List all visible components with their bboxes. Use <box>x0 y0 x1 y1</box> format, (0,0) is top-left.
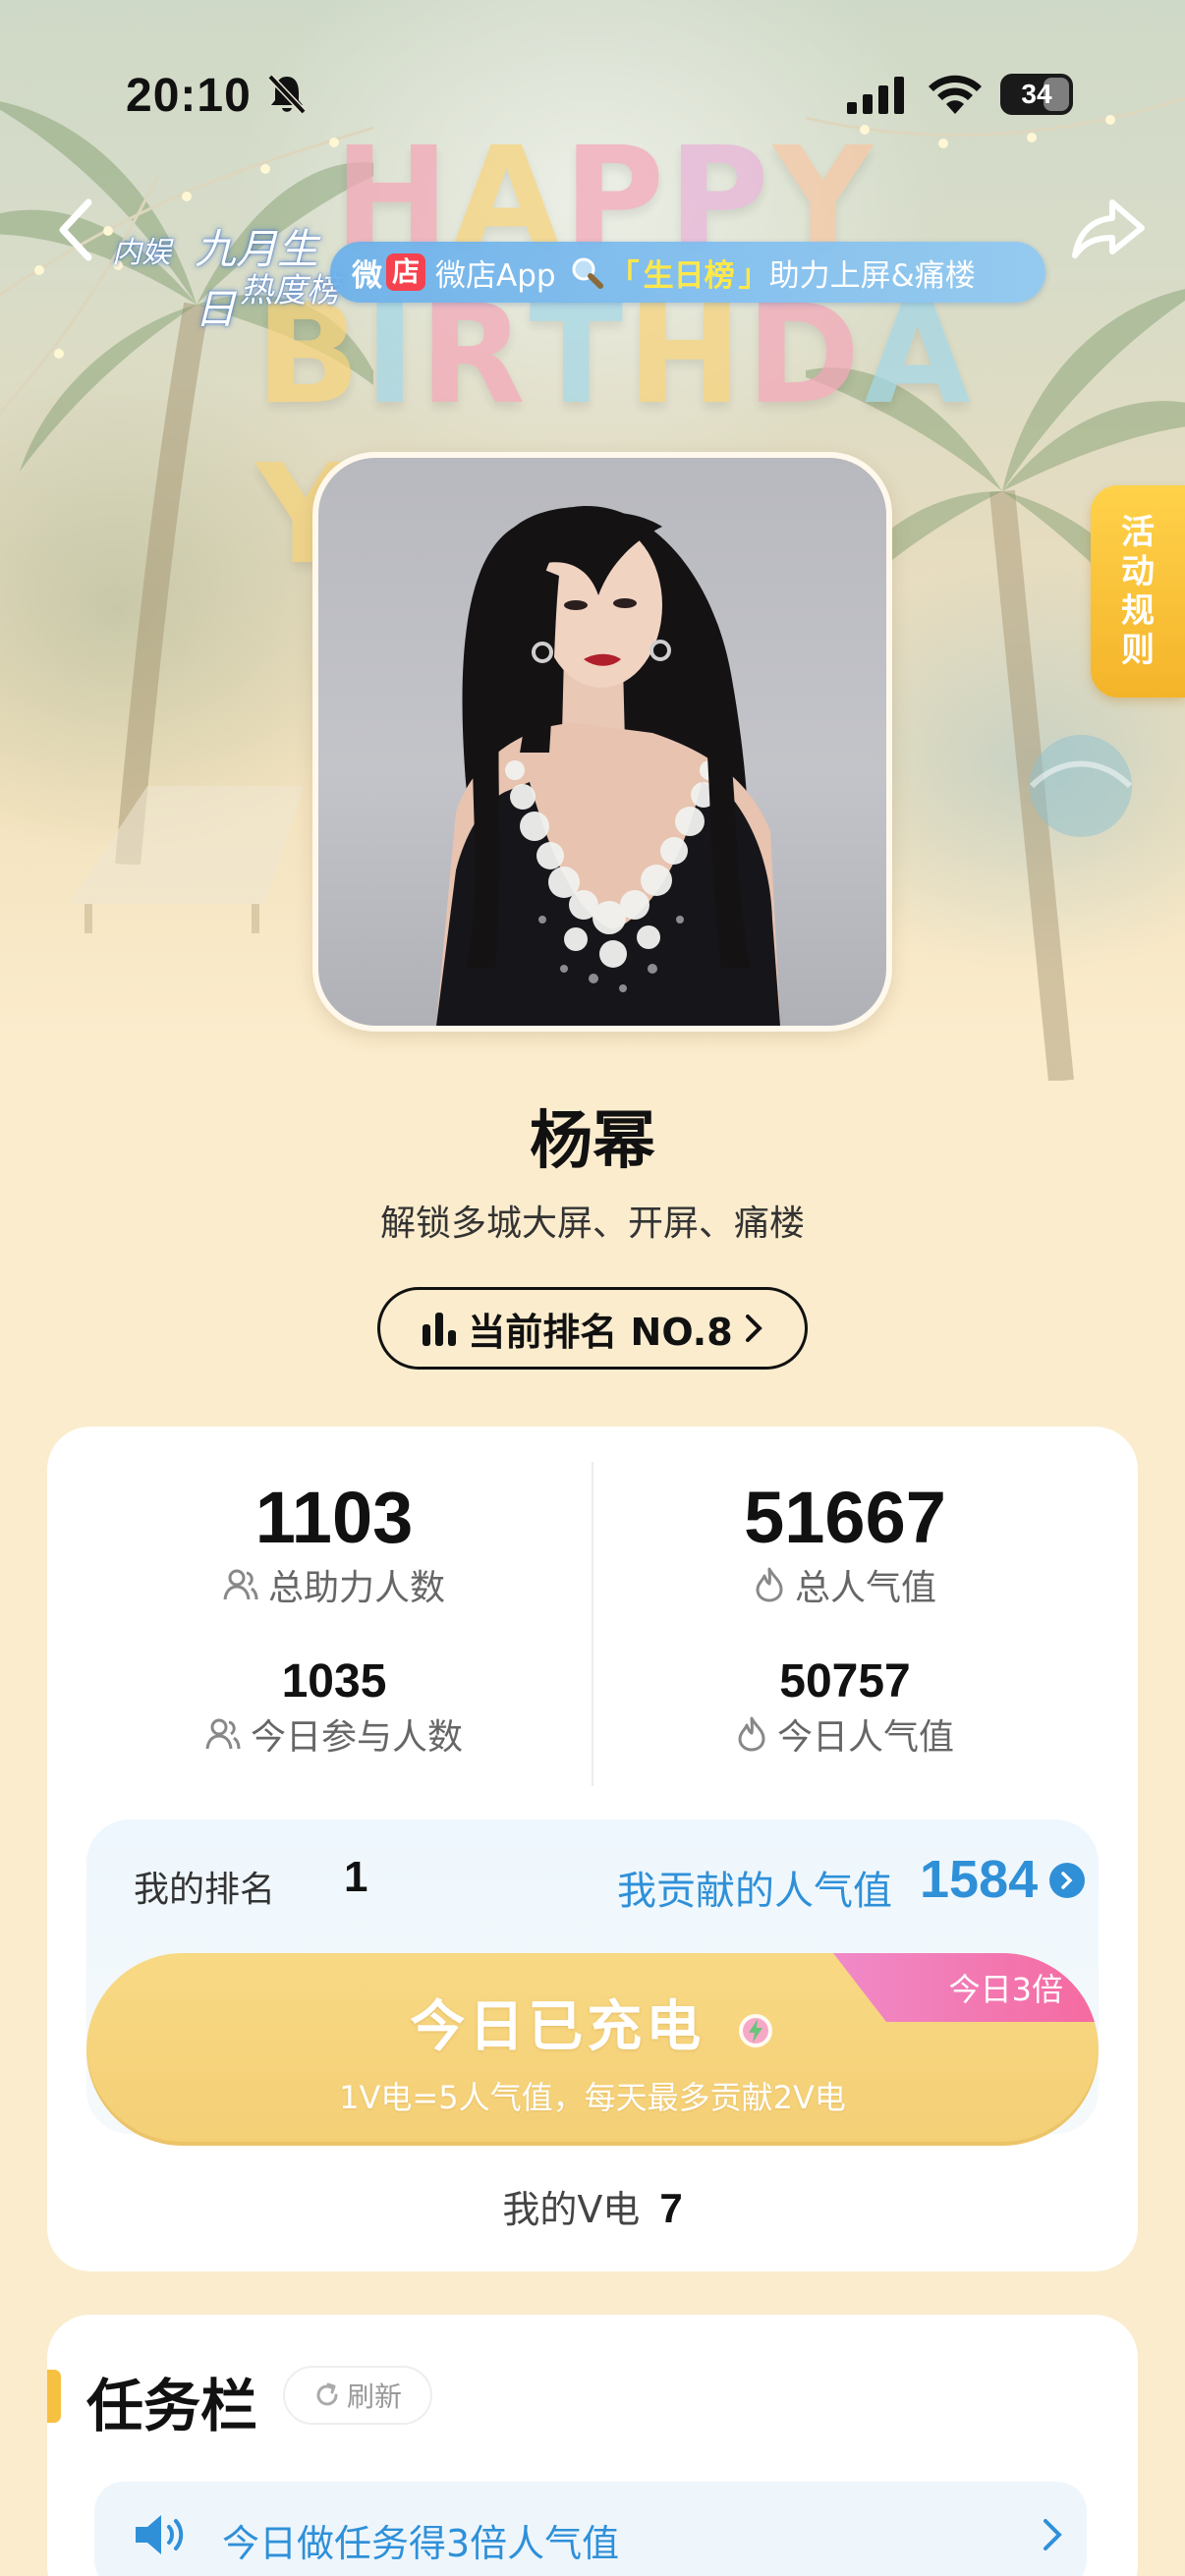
unlock-description: 解锁多城大屏、开屏、痛楼 <box>379 1204 805 1244</box>
bar-chart-icon <box>423 1313 457 1346</box>
promo-banner[interactable]: 微 店 微店App 「 生日榜 」 助力上屏&痛楼 <box>330 242 1045 303</box>
my-v-power-label: 我的V电 <box>502 2188 641 2231</box>
portrait-illustration <box>436 506 780 1026</box>
search-icon <box>572 257 603 289</box>
refresh-icon <box>316 2382 338 2406</box>
refresh-label: 刷新 <box>346 2380 402 2413</box>
today-participants-value: 1035 <box>281 1655 387 1708</box>
today-participants-label: 今日参与人数 <box>250 1717 463 1758</box>
activity-rules-label: 活动规则 <box>1121 513 1155 670</box>
total-popularity-label: 总人气值 <box>794 1568 936 1608</box>
wifi-icon <box>929 75 982 114</box>
task-card: 任务栏 刷新 今日做任务得3倍人气值 <box>47 2315 1138 2576</box>
cellular-signal-icon <box>847 77 904 114</box>
bell-muted-icon <box>267 74 307 115</box>
beach-ball-decoration <box>1029 735 1133 837</box>
chevron-right-icon <box>745 1315 762 1342</box>
celebrity-portrait <box>318 458 886 1026</box>
task-bonus-text: 今日做任务得3倍人气值 <box>222 2522 620 2565</box>
total-popularity-value: 51667 <box>744 1477 946 1558</box>
stat-today-participants: 1035 今日参与人数 <box>88 1654 580 1760</box>
task-title: 任务栏 <box>86 2373 258 2439</box>
birthday-rank-text: 生日榜 <box>643 257 735 294</box>
flame-icon <box>756 1567 783 1602</box>
current-rank-label: 当前排名 NO.8 <box>468 1310 733 1354</box>
activity-rules-tab[interactable]: 活动规则 <box>1091 485 1185 698</box>
chevron-right-icon <box>1044 2519 1062 2550</box>
task-bonus-banner[interactable]: 今日做任务得3倍人气值 <box>94 2482 1087 2576</box>
my-rank-label: 我的排名 <box>134 1870 276 1910</box>
promo-suffix: 助力上屏&痛楼 <box>768 257 976 294</box>
celebrity-name: 杨幂 <box>530 1105 655 1178</box>
my-rank-value: 1 <box>344 1853 368 1901</box>
stat-today-popularity: 50757 今日人气值 <box>599 1654 1091 1760</box>
charge-button[interactable]: 今日3倍 今日已充电 1V电=5人气值，每天最多贡献2V电 <box>86 1953 1099 2146</box>
stat-total-supporters: 1103 总助力人数 <box>88 1476 580 1610</box>
stats-card: 1103 总助力人数 51667 总人气值 1035 今日参与人数 50757 … <box>47 1427 1138 2271</box>
speaker-icon <box>136 2515 184 2554</box>
weidian-brand-text: 微 <box>352 257 382 294</box>
charge-description: 1V电=5人气值，每天最多贡献2V电 <box>339 2079 846 2116</box>
share-arrow-icon <box>1072 199 1145 258</box>
my-v-power-value: 7 <box>659 2185 683 2231</box>
total-supporters-label: 总助力人数 <box>267 1568 445 1608</box>
status-time: 20:10 <box>126 70 252 122</box>
refresh-button[interactable]: 刷新 <box>283 2366 432 2425</box>
chevron-right-icon <box>1061 1872 1073 1889</box>
contribution-detail-button[interactable] <box>1049 1863 1085 1898</box>
task-title-accent <box>47 2370 61 2423</box>
charge-title: 今日已充电 <box>410 1995 705 2059</box>
lightning-bolt-icon <box>738 2013 772 2047</box>
weidian-app-text: 微店App <box>435 257 556 294</box>
back-button[interactable] <box>49 193 108 267</box>
users-icon <box>223 1569 258 1600</box>
today-popularity-value: 50757 <box>779 1655 911 1708</box>
total-supporters-value: 1103 <box>254 1477 414 1558</box>
today-popularity-label: 今日人气值 <box>776 1717 954 1758</box>
my-contribution-label[interactable]: 我贡献的人气值 <box>617 1859 892 1916</box>
weidian-shop-badge: 店 <box>386 253 426 291</box>
chevron-left-icon <box>59 198 92 261</box>
my-contribution-value[interactable]: 1584 <box>920 1849 1038 1910</box>
users-icon <box>205 1718 241 1750</box>
stats-divider <box>592 1462 593 1786</box>
status-bar: 20:10 34 <box>0 0 1185 187</box>
flame-icon <box>738 1716 765 1752</box>
stat-total-popularity: 51667 总人气值 <box>599 1476 1091 1610</box>
beach-chair-decoration <box>69 786 305 933</box>
battery-indicator: 34 <box>1000 74 1073 115</box>
my-v-power: 我的V电 7 <box>47 2179 1138 2233</box>
event-logo: 内娱 九月生日 热度榜 <box>112 225 340 333</box>
current-rank-button[interactable]: 当前排名 NO.8 <box>377 1287 808 1370</box>
share-button[interactable] <box>1069 193 1148 267</box>
